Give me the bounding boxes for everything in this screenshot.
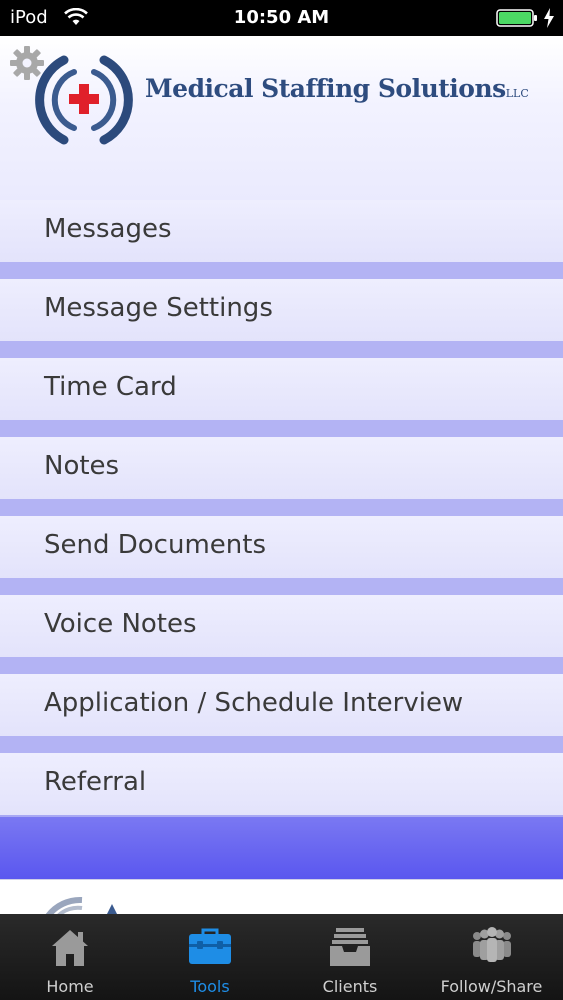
- header: Medical Staffing SolutionsLLC: [0, 36, 563, 201]
- toolbox-icon: [189, 928, 231, 964]
- app-screen: iPod 10:50 AM Medical Staffing Solutions…: [0, 0, 563, 1000]
- menu-item-label: Messages: [44, 214, 172, 244]
- tab-follow-share[interactable]: Follow/Share: [420, 914, 563, 1000]
- status-time: 10:50 AM: [233, 7, 330, 28]
- menu-item-label: Time Card: [44, 372, 177, 402]
- menu-item-label: Application / Schedule Interview: [44, 688, 464, 718]
- menu-item-referral[interactable]: Referral: [0, 753, 563, 815]
- menu-item-messages[interactable]: Messages: [0, 200, 563, 262]
- home-icon: [52, 930, 88, 966]
- menu-divider: [0, 499, 563, 516]
- menu-item-send-documents[interactable]: Send Documents: [0, 516, 563, 578]
- company-logo-partial-icon: [45, 896, 117, 914]
- menu-divider: [0, 341, 563, 358]
- tab-label: Clients: [322, 977, 378, 996]
- tab-home[interactable]: Home: [0, 914, 140, 1000]
- tab-label: Tools: [190, 977, 230, 996]
- menu-item-label: Referral: [44, 767, 147, 797]
- battery-icon: [496, 9, 537, 27]
- menu-item-message-settings[interactable]: Message Settings: [0, 279, 563, 341]
- status-bar: iPod 10:50 AM: [0, 0, 563, 36]
- menu-item-notes[interactable]: Notes: [0, 437, 563, 499]
- people-group-icon: [472, 927, 511, 962]
- tab-tools[interactable]: Tools: [140, 914, 280, 1000]
- tab-clients[interactable]: Clients: [280, 914, 420, 1000]
- menu-item-voice-notes[interactable]: Voice Notes: [0, 595, 563, 657]
- menu-item-label: Notes: [44, 451, 120, 481]
- company-suffix: LLC: [505, 87, 529, 100]
- footer-logo-strip: [0, 879, 563, 914]
- tab-label: Home: [46, 977, 94, 996]
- inbox-tray-icon: [330, 928, 370, 966]
- content-area: Medical Staffing SolutionsLLC Messages M…: [0, 36, 563, 914]
- tab-bar: Home Tools Clients Follow/Share: [0, 914, 563, 1000]
- company-name: Medical Staffing SolutionsLLC: [145, 74, 529, 103]
- tab-label: Follow/Share: [440, 977, 543, 996]
- menu-divider: [0, 262, 563, 279]
- menu-footer-band: [0, 817, 563, 879]
- menu-divider: [0, 736, 563, 753]
- menu-item-application-schedule-interview[interactable]: Application / Schedule Interview: [0, 674, 563, 736]
- charging-bolt-icon: [544, 8, 554, 28]
- menu-item-label: Voice Notes: [44, 609, 197, 639]
- company-logo-icon: [35, 55, 133, 145]
- menu-divider: [0, 420, 563, 437]
- menu-item-label: Send Documents: [44, 530, 266, 560]
- menu-item-time-card[interactable]: Time Card: [0, 358, 563, 420]
- menu-divider: [0, 578, 563, 595]
- menu-item-label: Message Settings: [44, 293, 273, 323]
- menu-divider: [0, 657, 563, 674]
- company-name-text: Medical Staffing Solutions: [145, 74, 506, 103]
